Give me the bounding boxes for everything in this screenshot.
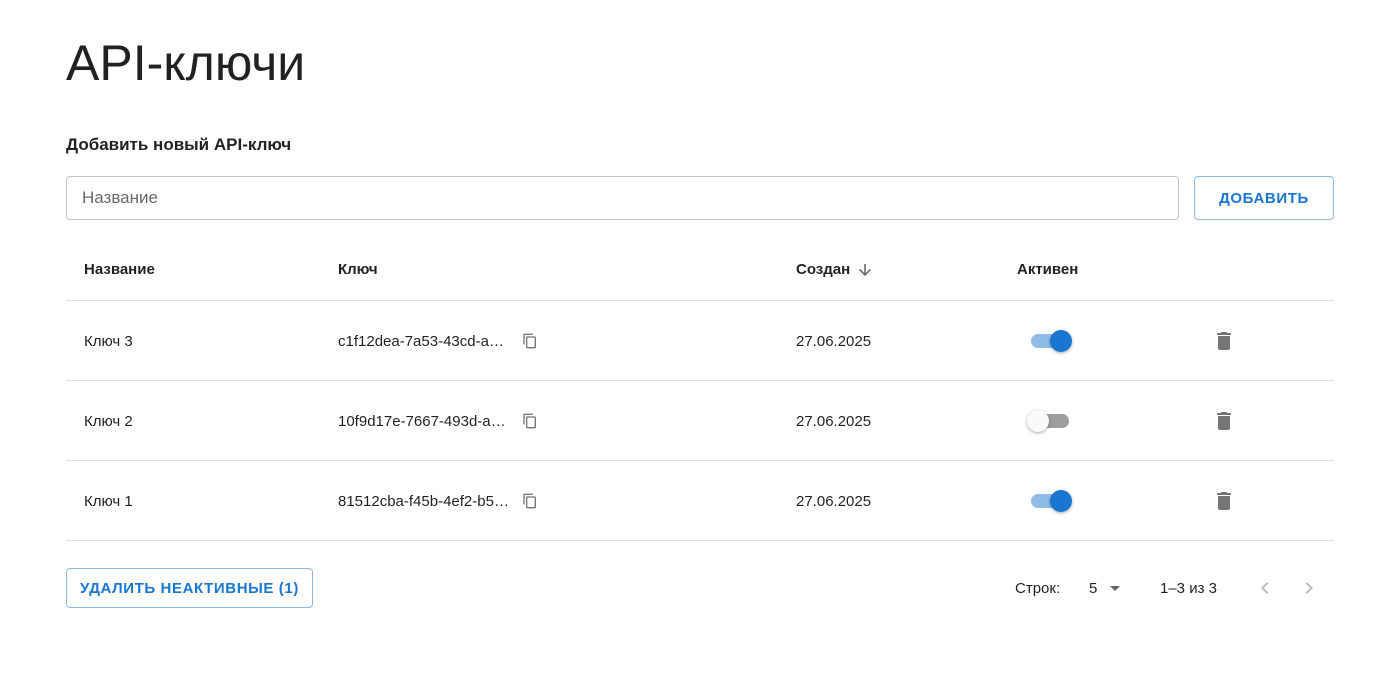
next-page-button[interactable] [1298,568,1320,608]
column-header-name: Название [84,261,155,278]
table-row: Ключ 3 c1f12dea-7a53-43cd-a… 27.06.2025 [66,301,1334,381]
active-cell [1017,461,1073,541]
column-header-active: Активен [1017,261,1079,278]
add-key-button[interactable]: ДОБАВИТЬ [1194,176,1334,220]
key-name-input[interactable] [66,176,1179,220]
column-header-key: Ключ [338,261,378,278]
delete-cell [1210,301,1236,381]
key-value-cell: 81512cba-f45b-4ef2-b5… [338,461,538,541]
created-date-cell: 27.06.2025 [796,492,872,510]
api-keys-page: API-ключи Добавить новый API-ключ ДОБАВИ… [0,0,1400,680]
trash-icon[interactable] [1212,329,1236,353]
copy-icon[interactable] [522,413,538,429]
toggle-thumb [1027,410,1049,432]
key-name-cell: Ключ 2 [84,412,133,430]
created-date-cell: 27.06.2025 [796,332,872,350]
active-toggle[interactable] [1027,409,1073,433]
chevron-left-icon [1253,576,1277,600]
arrow-down-icon[interactable] [856,261,874,279]
key-value-text: c1f12dea-7a53-43cd-a… [338,332,504,350]
chevron-right-icon [1297,576,1321,600]
created-date-cell: 27.06.2025 [796,412,872,430]
copy-icon[interactable] [522,333,538,349]
active-toggle[interactable] [1029,489,1073,513]
caret-down-icon [1103,576,1127,600]
key-value-text: 10f9d17e-7667-493d-a… [338,412,506,430]
key-name-cell: Ключ 1 [84,492,133,510]
column-header-created-label: Создан [796,261,851,278]
table-row: Ключ 1 81512cba-f45b-4ef2-b5… 27.06.2025 [66,461,1334,541]
delete-inactive-button[interactable]: УДАЛИТЬ НЕАКТИВНЫЕ (1) [66,568,313,608]
rows-per-page-value: 5 [1089,579,1098,597]
delete-cell [1210,381,1236,461]
key-value-cell: 10f9d17e-7667-493d-a… [338,381,538,461]
key-value-text: 81512cba-f45b-4ef2-b5… [338,492,509,510]
delete-cell [1210,461,1236,541]
previous-page-button[interactable] [1254,568,1276,608]
add-key-section-title: Добавить новый API-ключ [66,135,292,154]
active-cell [1017,381,1073,461]
copy-icon[interactable] [522,493,538,509]
table-row: Ключ 2 10f9d17e-7667-493d-a… 27.06.2025 [66,381,1334,461]
toggle-thumb [1050,490,1072,512]
active-toggle[interactable] [1029,329,1073,353]
api-keys-table: Название Ключ Создан Активен Ключ 3 c1f1… [66,238,1334,541]
rows-per-page-select[interactable]: 5 [1089,568,1127,608]
key-name-cell: Ключ 3 [84,332,133,350]
toggle-thumb [1050,330,1072,352]
trash-icon[interactable] [1212,489,1236,513]
rows-per-page-label: Строк: [1015,579,1061,597]
page-title: API-ключи [66,35,306,91]
active-cell [1017,301,1073,381]
column-header-created[interactable]: Создан [796,238,874,301]
key-value-cell: c1f12dea-7a53-43cd-a… [338,301,538,381]
trash-icon[interactable] [1212,409,1236,433]
table-header: Название Ключ Создан Активен [66,238,1334,301]
pagination-range: 1–3 из 3 [1160,579,1217,597]
